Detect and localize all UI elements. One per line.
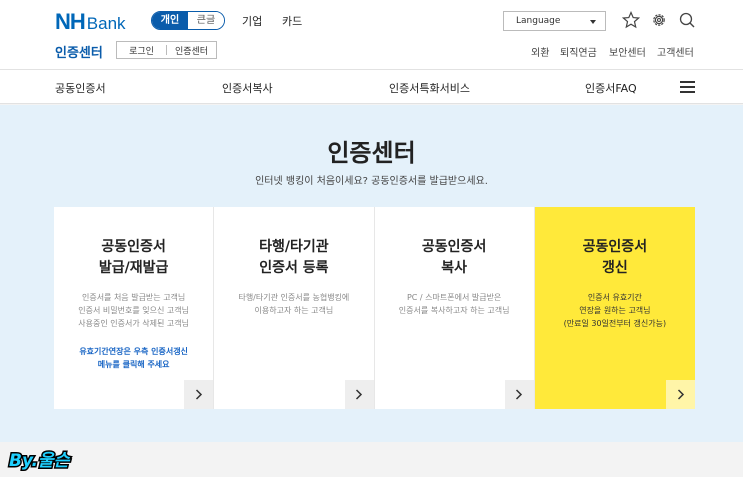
card-desc-line: 인증서 비밀번호를 잊으신 고객님 — [78, 306, 189, 315]
card-title-line: 복사 — [441, 260, 467, 276]
service-cards: 공동인증서 발급/재발급 인증서를 처음 발급받는 고객님 인증서 비밀번호를 … — [54, 207, 695, 409]
card-title-line: 인증서 등록 — [259, 260, 329, 276]
login-button[interactable]: 로그인 — [117, 44, 166, 57]
cert-center-button[interactable]: 인증센터 — [167, 44, 216, 57]
card-arrow-button[interactable] — [504, 380, 534, 409]
nav-cert-faq[interactable]: 인증서FAQ — [585, 80, 637, 96]
logo-bank: Bank — [86, 14, 126, 33]
chevron-right-icon — [195, 389, 202, 400]
card-title: 공동인증서 복사 — [375, 237, 534, 279]
logo-nh: NH — [55, 9, 86, 34]
card-desc-line: 타행/타기관 인증서를 농협뱅킹에 — [238, 293, 350, 302]
hero-section: 인증센터 인터넷 뱅킹이 처음이세요? 공동인증서를 발급받으세요. 공동인증서… — [0, 105, 743, 442]
main-nav: 공동인증서 인증서복사 인증서특화서비스 인증서FAQ — [0, 70, 743, 104]
tab-large-font[interactable]: 큰글 — [188, 12, 224, 29]
chevron-right-icon — [355, 389, 363, 400]
card-issue[interactable]: 공동인증서 발급/재발급 인증서를 처음 발급받는 고객님 인증서 비밀번호를 … — [54, 207, 215, 409]
section-title[interactable]: 인증센터 — [55, 42, 103, 61]
card-desc-line: PC / 스마트폰에서 발급받은 — [406, 293, 502, 302]
card-title: 공동인증서 갱신 — [535, 237, 695, 279]
card-note: 유효기간연장은 우측 인증서갱신 메뉴를 클릭해 주세요 — [54, 345, 213, 371]
page: NH Bank 개인 큰글 기업 카드 Language 인증센터 로그인 인증… — [0, 0, 743, 477]
tab-personal[interactable]: 개인 — [152, 12, 188, 29]
card-note-line: 유효기간연장은 우측 인증서갱신 — [79, 347, 188, 356]
chevron-right-icon — [677, 389, 684, 400]
card-desc-line: 이용하고자 하는 고객님 — [254, 306, 334, 315]
util-security[interactable]: 보안센터 — [609, 44, 646, 59]
hamburger-menu-icon[interactable] — [680, 81, 695, 93]
personal-largefont-toggle: 개인 큰글 — [151, 11, 225, 30]
search-icon[interactable] — [678, 11, 696, 29]
hero-title: 인증센터 — [327, 139, 416, 167]
card-desc-line: 인증서 유효기간 — [587, 293, 642, 302]
header: NH Bank 개인 큰글 기업 카드 Language 인증센터 로그인 인증… — [0, 0, 743, 70]
nh-bank-logo[interactable]: NH Bank — [55, 9, 126, 35]
card-desc: 인증서 유효기간 연장을 원하는 고객님 (만료일 30일전부터 갱신가능) — [535, 291, 695, 330]
card-title-line: 공동인증서 — [101, 239, 166, 255]
card-title-line: 공동인증서 — [421, 239, 487, 255]
nav-corporate[interactable]: 기업 — [242, 13, 262, 29]
star-icon[interactable] — [622, 11, 640, 29]
card-title-line: 공동인증서 — [582, 239, 648, 255]
card-desc: 인증서를 처음 발급받는 고객님 인증서 비밀번호를 잊으신 고객님 사용중인 … — [54, 291, 213, 330]
util-forex[interactable]: 외환 — [531, 44, 549, 59]
card-desc-line: (만료일 30일전부터 갱신가능) — [563, 319, 667, 328]
chevron-right-icon — [516, 389, 523, 400]
card-copy[interactable]: 공동인증서 복사 PC / 스마트폰에서 발급받은 인증서를 복사하고자 하는 … — [374, 207, 535, 409]
chevron-down-icon — [590, 20, 596, 24]
card-title-line: 발급/재발급 — [98, 260, 169, 276]
language-select[interactable]: Language — [503, 11, 606, 31]
card-note-line: 메뉴를 클릭해 주세요 — [97, 360, 170, 369]
card-desc: 타행/타기관 인증서를 농협뱅킹에 이용하고자 하는 고객님 — [214, 291, 373, 317]
nav-cert-special[interactable]: 인증서특화서비스 — [389, 80, 470, 96]
util-pension[interactable]: 퇴직연금 — [560, 44, 597, 59]
card-desc-line: 사용중인 인증서가 삭제된 고객님 — [78, 319, 189, 328]
card-title-line: 갱신 — [601, 260, 628, 276]
hero-subtitle: 인터넷 뱅킹이 처음이세요? 공동인증서를 발급받으세요. — [255, 176, 488, 187]
card-arrow-button[interactable] — [344, 380, 374, 409]
card-title: 공동인증서 발급/재발급 — [54, 237, 213, 279]
card-arrow-button[interactable] — [666, 380, 695, 409]
nav-public-cert[interactable]: 공동인증서 — [55, 80, 106, 96]
watermark-logo: By.울슨 — [8, 450, 73, 473]
gear-icon[interactable] — [650, 11, 668, 29]
card-renew[interactable]: 공동인증서 갱신 인증서 유효기간 연장을 원하는 고객님 (만료일 30일전부… — [534, 207, 695, 409]
card-desc-line: 인증서를 처음 발급받는 고객님 — [81, 293, 186, 302]
util-customer[interactable]: 고객센터 — [657, 44, 694, 59]
card-desc-line: 인증서를 복사하고자 하는 고객님 — [398, 306, 510, 315]
watermark-text: By.울슨 — [9, 451, 71, 471]
language-label: Language — [516, 16, 561, 26]
login-cert-box: 로그인 인증센터 — [116, 41, 217, 59]
nav-card[interactable]: 카드 — [282, 13, 302, 29]
nav-cert-copy[interactable]: 인증서복사 — [222, 80, 273, 96]
card-desc-line: 연장을 원하는 고객님 — [579, 306, 651, 315]
card-desc: PC / 스마트폰에서 발급받은 인증서를 복사하고자 하는 고객님 — [375, 291, 534, 317]
card-register[interactable]: 타행/타기관 인증서 등록 타행/타기관 인증서를 농협뱅킹에 이용하고자 하는… — [214, 207, 375, 409]
card-title-line: 타행/타기관 — [259, 239, 329, 255]
card-arrow-button[interactable] — [184, 380, 214, 409]
card-title: 타행/타기관 인증서 등록 — [214, 237, 373, 279]
